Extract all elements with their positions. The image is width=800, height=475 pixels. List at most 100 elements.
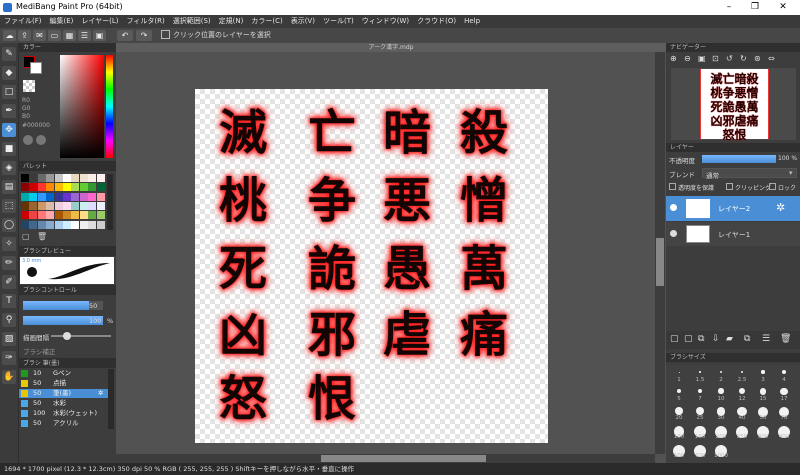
shape-tool-icon[interactable]: ■ [2, 142, 16, 156]
palette-swatch[interactable] [37, 183, 46, 192]
palette-swatch[interactable] [96, 192, 105, 201]
palette-swatch[interactable] [29, 201, 38, 210]
palette-swatch[interactable] [46, 220, 55, 229]
palette-swatch[interactable] [96, 183, 105, 192]
palette-swatch[interactable] [88, 192, 97, 201]
select-tool-icon[interactable]: ⬚ [2, 199, 16, 213]
brush-size-cell[interactable]: 10 [711, 386, 731, 402]
dot-tool-icon[interactable]: □ [2, 85, 16, 99]
comment-icon[interactable]: ▭ [48, 30, 61, 41]
brush-size-cell[interactable]: 3 [753, 367, 773, 383]
wand-tool-icon[interactable]: ✧ [2, 237, 16, 251]
merge-icon[interactable]: ⧉ [744, 334, 750, 344]
canvas-tab[interactable]: アーク漢字.mdp [116, 43, 666, 52]
clipping-checkbox[interactable] [726, 183, 733, 190]
palette-swatch[interactable] [37, 220, 46, 229]
move-tool-icon[interactable]: ✥ [2, 123, 16, 137]
palette-swatch[interactable] [29, 174, 38, 182]
palette-file-icon[interactable]: ▢ [22, 232, 30, 241]
new-layer-menu-icon[interactable]: ▢ [684, 334, 693, 344]
palette-swatch[interactable] [88, 183, 97, 192]
palette-swatch[interactable] [29, 183, 38, 192]
brush-size-cell[interactable]: 70 [774, 405, 794, 421]
palette-swatch[interactable] [96, 174, 105, 182]
import-icon[interactable]: ⇩ [712, 334, 720, 344]
menu-filter[interactable]: フィルタ(R) [123, 15, 169, 28]
palette-swatch[interactable] [21, 174, 29, 182]
palette-swatch[interactable] [37, 192, 46, 201]
palette-swatch[interactable] [63, 220, 71, 229]
palette-swatch[interactable] [79, 211, 88, 220]
palette-swatch[interactable] [88, 201, 97, 210]
layer-menu-icon[interactable]: ☰ [762, 334, 770, 344]
brush-size-cell[interactable]: 50 [753, 405, 773, 421]
share-icon[interactable]: ⇪ [18, 30, 31, 41]
palette-swatch[interactable] [63, 201, 71, 210]
palette-swatch[interactable] [46, 211, 55, 220]
brush-tool-icon[interactable]: ✎ [2, 47, 16, 61]
palette-swatch[interactable] [71, 211, 80, 220]
palette-swatch[interactable] [54, 174, 63, 182]
grid-icon[interactable]: ▦ [63, 30, 76, 41]
palette-swatch[interactable] [79, 192, 88, 201]
menu-ruler[interactable]: 定規(N) [215, 15, 248, 28]
hue-slider[interactable] [106, 55, 113, 158]
folder-icon[interactable]: ▰ [726, 334, 733, 344]
flip-icon[interactable]: ⇔ [768, 54, 775, 63]
list-icon[interactable]: ☰ [78, 30, 91, 41]
eye-icon[interactable] [670, 230, 677, 237]
brush-size-cell[interactable]: 250 [732, 424, 752, 440]
zoom-out-icon[interactable]: ⊖ [684, 54, 691, 63]
palette-swatch[interactable] [46, 201, 55, 210]
brush-item[interactable]: 10 Gペン [19, 369, 111, 378]
brush-size-cell[interactable]: 150 [690, 424, 710, 440]
palette-swatch[interactable] [71, 183, 80, 192]
palette-swatch[interactable] [37, 201, 46, 210]
select-pen-tool-icon[interactable]: ✏ [2, 256, 16, 270]
palette-swatch[interactable] [29, 220, 38, 229]
zoom-in-icon[interactable]: ⊕ [670, 54, 677, 63]
gear-icon[interactable]: ✲ [776, 201, 785, 214]
brush-list-scrollbar[interactable] [108, 369, 114, 429]
brush-size-cell[interactable]: 700 [690, 443, 710, 459]
brush-size-cell[interactable]: 30 [711, 405, 731, 421]
protect-alpha-checkbox[interactable] [669, 183, 676, 190]
gradient-tool-icon[interactable]: ▤ [2, 180, 16, 194]
menu-file[interactable]: ファイル(F) [0, 15, 46, 28]
brush-size-cell[interactable]: 17 [774, 386, 794, 402]
maximize-icon[interactable]: ❐ [744, 1, 766, 14]
lock-checkbox[interactable] [769, 183, 776, 190]
brush-size-cell[interactable]: 1000 [711, 443, 731, 459]
palette-swatch[interactable] [21, 183, 29, 192]
redo-icon[interactable]: ↷ [136, 30, 152, 41]
screen-icon[interactable]: ▣ [93, 30, 106, 41]
divide-tool-icon[interactable]: ⚲ [2, 313, 16, 327]
select-layer-checkbox[interactable] [161, 30, 170, 39]
palette-swatch[interactable] [71, 174, 80, 182]
palette-swatch[interactable] [96, 201, 105, 210]
text-tool-icon[interactable]: T [2, 294, 16, 308]
blend-select[interactable]: 通常 ▾ [702, 168, 797, 180]
menu-color[interactable]: カラー(C) [247, 15, 286, 28]
canvas-paper[interactable]: 滅 亡 暗 殺 桃 争 悪 憎 死 詭 愚 萬 凶 邪 虐 痛 怒 恨 [195, 89, 548, 443]
brush-size-cell[interactable]: 2 [711, 367, 731, 383]
operation-tool-icon[interactable]: ▧ [2, 332, 16, 346]
minimize-icon[interactable]: – [718, 1, 740, 14]
palette-swatch[interactable] [54, 220, 63, 229]
fit-icon[interactable]: ▣ [698, 54, 706, 63]
palette-swatch[interactable] [63, 174, 71, 182]
palette-swatch[interactable] [46, 174, 55, 182]
palette-swatches[interactable] [21, 174, 105, 230]
reset-rotation-icon[interactable]: ⊛ [754, 54, 761, 63]
menu-window[interactable]: ウィンドウ(W) [358, 15, 413, 28]
chat-icon[interactable]: ✉ [33, 30, 46, 41]
color-wheel-icon[interactable] [23, 135, 33, 145]
palette-swatch[interactable] [21, 220, 29, 229]
layer-opacity-slider[interactable] [702, 155, 776, 163]
layer-row-selected[interactable]: レイヤー2 ✲ [666, 196, 800, 221]
palette-swatch[interactable] [63, 192, 71, 201]
duplicate-layer-icon[interactable]: ⧉ [698, 334, 704, 344]
palette-swatch[interactable] [54, 211, 63, 220]
palette-swatch[interactable] [79, 201, 88, 210]
spacing-slider[interactable] [51, 332, 111, 340]
